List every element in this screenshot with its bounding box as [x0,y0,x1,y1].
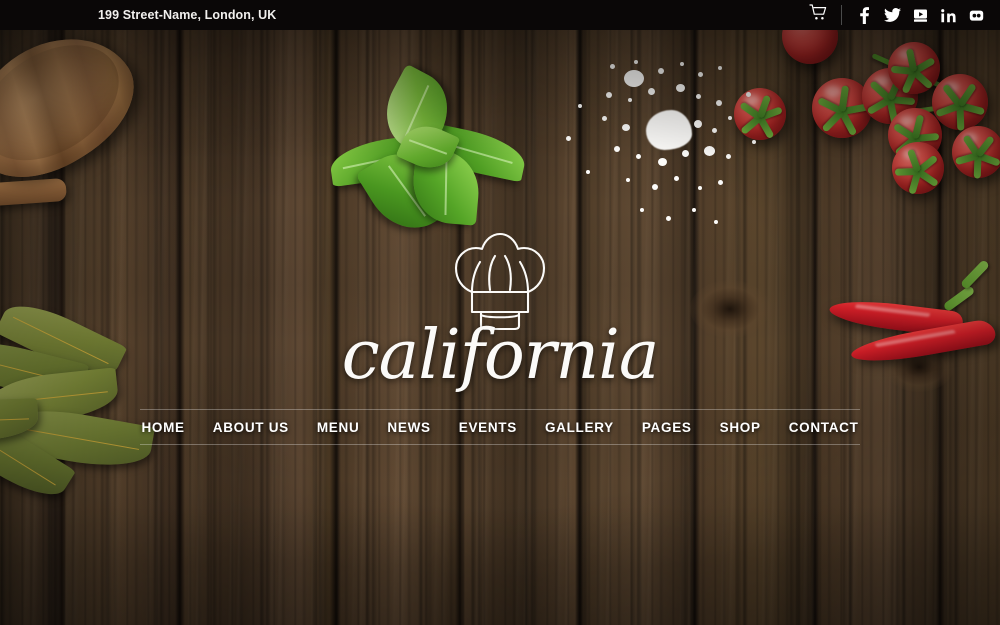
nav-item-home[interactable]: HOME [127,420,198,435]
nav-item-news[interactable]: NEWS [373,420,444,435]
chef-hat-icon [452,222,548,330]
twitter-icon [883,8,901,22]
social-links [850,0,990,30]
nav-item-contact[interactable]: CONTACT [775,420,873,435]
nav-link-about[interactable]: ABOUT US [199,420,303,435]
social-link-linkedin[interactable] [934,0,962,30]
nav-link-events[interactable]: EVENTS [445,420,531,435]
nav-item-gallery[interactable]: GALLERY [531,420,628,435]
social-link-twitter[interactable] [878,0,906,30]
nav-item-menu[interactable]: MENU [303,420,374,435]
nav-link-news[interactable]: NEWS [373,420,444,435]
site-logo[interactable]: california [0,222,1000,390]
nav-item-pages[interactable]: PAGES [628,420,706,435]
youtube-icon [913,8,928,23]
facebook-icon [859,6,869,24]
nav-link-contact[interactable]: CONTACT [775,420,873,435]
nav-link-home[interactable]: HOME [127,420,198,435]
address-text: 199 Street-Name, London, UK [98,8,277,22]
nav-link-menu[interactable]: MENU [303,420,374,435]
nav-link-pages[interactable]: PAGES [628,420,706,435]
social-link-youtube[interactable] [906,0,934,30]
top-bar: 199 Street-Name, London, UK [0,0,1000,30]
top-bar-divider [841,5,842,25]
social-link-flickr[interactable] [962,0,990,30]
logo-wordmark: california [341,316,660,395]
social-link-facebook[interactable] [850,0,878,30]
flickr-icon [969,8,984,23]
nav-item-about[interactable]: ABOUT US [199,420,303,435]
linkedin-icon [940,8,956,23]
nav-item-events[interactable]: EVENTS [445,420,531,435]
nav-list: HOME ABOUT US MENU NEWS EVENTS GALLERY P… [127,420,872,435]
nav-link-shop[interactable]: SHOP [706,420,775,435]
main-navigation: HOME ABOUT US MENU NEWS EVENTS GALLERY P… [140,409,860,445]
nav-item-shop[interactable]: SHOP [706,420,775,435]
top-bar-right-group [801,0,990,30]
shopping-cart-button[interactable] [801,0,835,30]
page-root: 199 Street-Name, London, UK california H… [0,0,1000,625]
shopping-cart-icon [808,4,828,26]
nav-link-gallery[interactable]: GALLERY [531,420,628,435]
